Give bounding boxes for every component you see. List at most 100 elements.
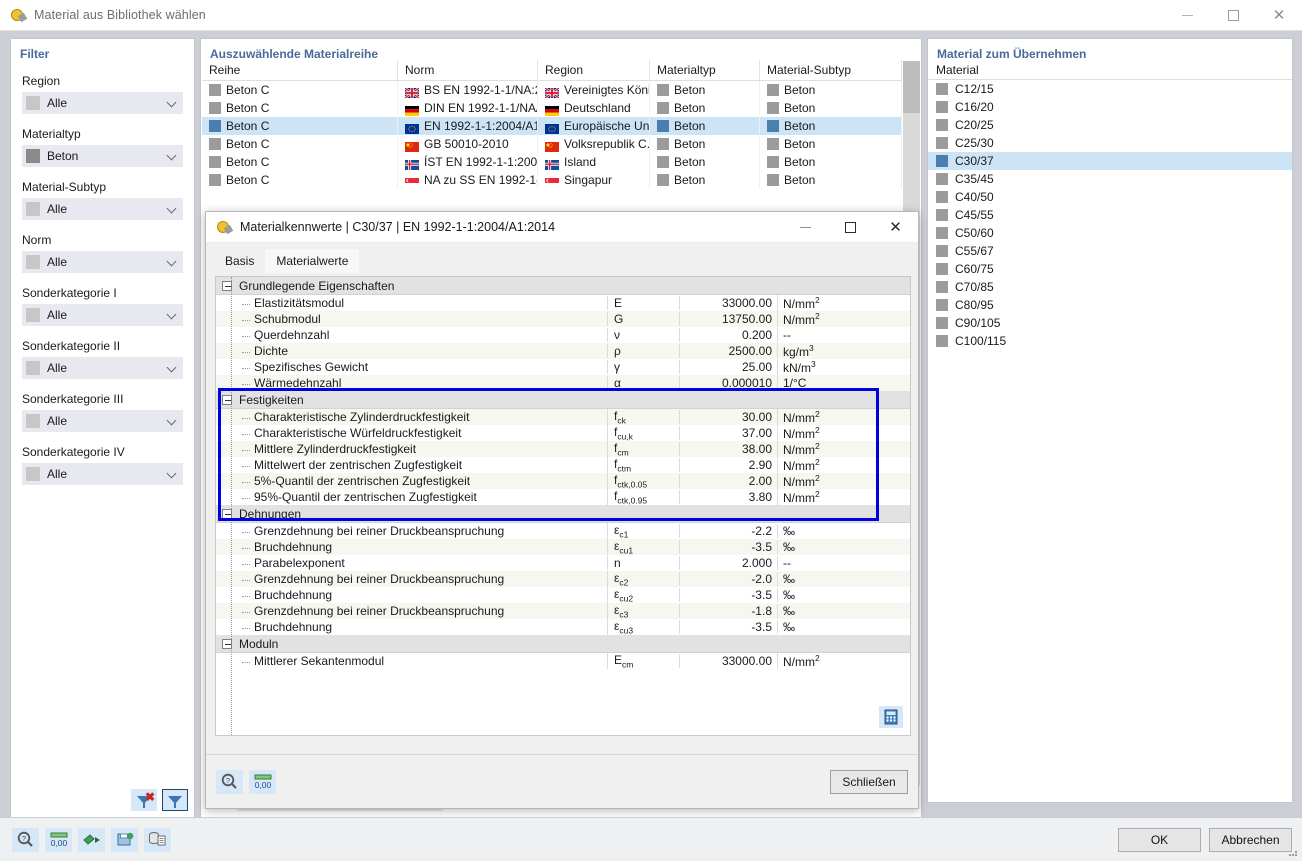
- section-header[interactable]: Festigkeiten: [216, 391, 910, 409]
- import-button[interactable]: [78, 827, 105, 852]
- table-cell: Beton: [760, 117, 902, 135]
- filter-value-6: Alle: [47, 414, 68, 428]
- save-button[interactable]: [111, 827, 138, 852]
- property-row[interactable]: Querdehnzahl ν 0.200 --: [216, 327, 910, 343]
- dialog-tabs[interactable]: Basis Materialwerte: [206, 243, 918, 273]
- property-row[interactable]: Grenzdehnung bei reiner Druckbeanspruchu…: [216, 570, 910, 588]
- property-row[interactable]: Bruchdehnung εcu3 -3.5 ‰: [216, 618, 910, 636]
- resize-grip[interactable]: [1287, 846, 1299, 858]
- table-row[interactable]: Beton C EN 1992-1-1:2004/A1:2... Europäisc…: [202, 117, 902, 135]
- property-row[interactable]: Parabelexponent n 2.000 --: [216, 555, 910, 571]
- cancel-button[interactable]: Abbrechen: [1209, 827, 1292, 852]
- ok-button[interactable]: OK: [1118, 827, 1201, 852]
- info-button[interactable]: ?: [216, 769, 243, 794]
- filter-combo-3[interactable]: Alle: [22, 251, 183, 273]
- list-item[interactable]: C40/50: [928, 188, 1292, 206]
- filter-combo-7[interactable]: Alle: [22, 463, 183, 485]
- column-header-material-subtyp[interactable]: Material-Subtyp: [760, 59, 902, 81]
- property-row[interactable]: Wärmedehnzahl α 0.000010 1/°C: [216, 375, 910, 391]
- property-row[interactable]: Charakteristische Zylinderdruckfestigkei…: [216, 408, 910, 426]
- material-series-table[interactable]: Beton C BS EN 1992-1-1/NA:20... Vereinigte…: [202, 81, 902, 189]
- property-row[interactable]: Mittlere Zylinderdruckfestigkeit fcm 38.00…: [216, 440, 910, 458]
- filter-combo-0[interactable]: Alle: [22, 92, 183, 114]
- table-row[interactable]: Beton C NA zu SS EN 1992-1-1: Singapur Beto…: [202, 171, 902, 189]
- list-item[interactable]: C20/25: [928, 116, 1292, 134]
- property-row[interactable]: Schubmodul G 13750.00 N/mm2: [216, 311, 910, 327]
- property-row[interactable]: Charakteristische Würfeldruckfestigkeit f…: [216, 424, 910, 442]
- library-button[interactable]: [144, 827, 171, 852]
- tab-materialwerte[interactable]: Materialwerte: [265, 249, 360, 273]
- dialog-minimize-button[interactable]: [783, 212, 828, 243]
- clear-filter-button[interactable]: ✖: [131, 789, 157, 811]
- chevron-down-icon: [167, 468, 179, 480]
- collapse-icon[interactable]: [222, 280, 232, 291]
- close-button[interactable]: ✕: [1256, 0, 1302, 31]
- property-row[interactable]: Bruchdehnung εcu1 -3.5 ‰: [216, 538, 910, 556]
- property-row[interactable]: Mittlerer Sekantenmodul Ecm 33000.00 N/mm2: [216, 652, 910, 670]
- list-item[interactable]: C50/60: [928, 224, 1292, 242]
- list-item[interactable]: C80/95: [928, 296, 1292, 314]
- list-item[interactable]: C55/67: [928, 242, 1292, 260]
- property-value: -1.8: [679, 604, 777, 618]
- section-header[interactable]: Dehnungen: [216, 505, 910, 523]
- material-swatch-icon: [767, 120, 779, 132]
- collapse-icon[interactable]: [222, 508, 232, 519]
- filter-combo-2[interactable]: Alle: [22, 198, 183, 220]
- filter-label-4: Sonderkategorie I: [22, 286, 117, 300]
- material-list[interactable]: C12/15 C16/20 C20/25 C25/30 C30/37 C35/45 C40/…: [928, 80, 1292, 350]
- cell-region: Island: [564, 155, 597, 169]
- list-item[interactable]: C60/75: [928, 260, 1292, 278]
- column-header-region[interactable]: Region: [538, 59, 650, 81]
- apply-filter-button[interactable]: [162, 789, 188, 811]
- tab-basis[interactable]: Basis: [214, 249, 265, 273]
- minimize-button[interactable]: [1164, 0, 1210, 31]
- units-button[interactable]: 0,00: [45, 827, 72, 852]
- property-row[interactable]: Dichte ρ 2500.00 kg/m3: [216, 343, 910, 359]
- list-item[interactable]: C16/20: [928, 98, 1292, 116]
- list-item[interactable]: C70/85: [928, 278, 1292, 296]
- property-row[interactable]: 5%-Quantil der zentrischen Zugfestigkeit…: [216, 472, 910, 490]
- list-item[interactable]: C45/55: [928, 206, 1292, 224]
- dialog-close-button[interactable]: ✕: [873, 212, 918, 243]
- list-item[interactable]: C12/15: [928, 80, 1292, 98]
- info-button[interactable]: ?: [12, 827, 39, 852]
- property-row[interactable]: Mittelwert der zentrischen Zugfestigkeit…: [216, 456, 910, 474]
- filter-value-2: Alle: [47, 202, 68, 216]
- collapse-icon[interactable]: [222, 638, 232, 649]
- list-item[interactable]: C35/45: [928, 170, 1292, 188]
- table-row[interactable]: Beton C BS EN 1992-1-1/NA:20... Vereinigte…: [202, 81, 902, 99]
- list-item[interactable]: C30/37: [928, 152, 1292, 170]
- column-header-norm[interactable]: Norm: [398, 59, 538, 81]
- table-row[interactable]: Beton C ÍST EN 1992-1-1:2004/... Island Bet…: [202, 153, 902, 171]
- material-swatch-icon: [936, 173, 948, 185]
- property-row[interactable]: Spezifisches Gewicht γ 25.00 kN/m3: [216, 359, 910, 375]
- list-item[interactable]: C25/30: [928, 134, 1292, 152]
- cell-materialtyp: Beton: [674, 155, 706, 169]
- table-row[interactable]: Beton C DIN EN 1992-1-1/NA/A... Deutschlan…: [202, 99, 902, 117]
- calculator-button[interactable]: [879, 706, 903, 728]
- list-item[interactable]: C100/115: [928, 332, 1292, 350]
- section-header[interactable]: Grundlegende Eigenschaften: [216, 277, 910, 295]
- dialog-maximize-button[interactable]: [828, 212, 873, 243]
- property-row[interactable]: Bruchdehnung εcu2 -3.5 ‰: [216, 586, 910, 604]
- filter-panel: Filter Region Alle Materialtyp Beton Materia…: [10, 38, 195, 818]
- material-swatch-icon: [936, 209, 948, 221]
- units-button[interactable]: 0,00: [249, 769, 276, 794]
- property-row[interactable]: 95%-Quantil der zentrischen Zugfestigkei…: [216, 488, 910, 506]
- filter-combo-4[interactable]: Alle: [22, 304, 183, 326]
- table-row[interactable]: Beton C GB 50010-2010 Volksrepublik C... Be…: [202, 135, 902, 153]
- section-header[interactable]: Moduln: [216, 635, 910, 653]
- collapse-icon[interactable]: [222, 394, 232, 405]
- dialog-titlebar: Materialkennwerte | C30/37 | EN 1992-1-1…: [206, 212, 918, 243]
- list-item[interactable]: C90/105: [928, 314, 1292, 332]
- filter-combo-1[interactable]: Beton: [22, 145, 183, 167]
- property-row[interactable]: Grenzdehnung bei reiner Druckbeanspruchu…: [216, 522, 910, 540]
- filter-combo-5[interactable]: Alle: [22, 357, 183, 379]
- property-row[interactable]: Elastizitätsmodul E 33000.00 N/mm2: [216, 295, 910, 311]
- property-row[interactable]: Grenzdehnung bei reiner Druckbeanspruchu…: [216, 602, 910, 620]
- column-header-materialtyp[interactable]: Materialtyp: [650, 59, 760, 81]
- dialog-schliessen-button[interactable]: Schließen: [830, 769, 908, 794]
- column-header-reihe[interactable]: Reihe: [202, 59, 398, 81]
- maximize-button[interactable]: [1210, 0, 1256, 31]
- filter-combo-6[interactable]: Alle: [22, 410, 183, 432]
